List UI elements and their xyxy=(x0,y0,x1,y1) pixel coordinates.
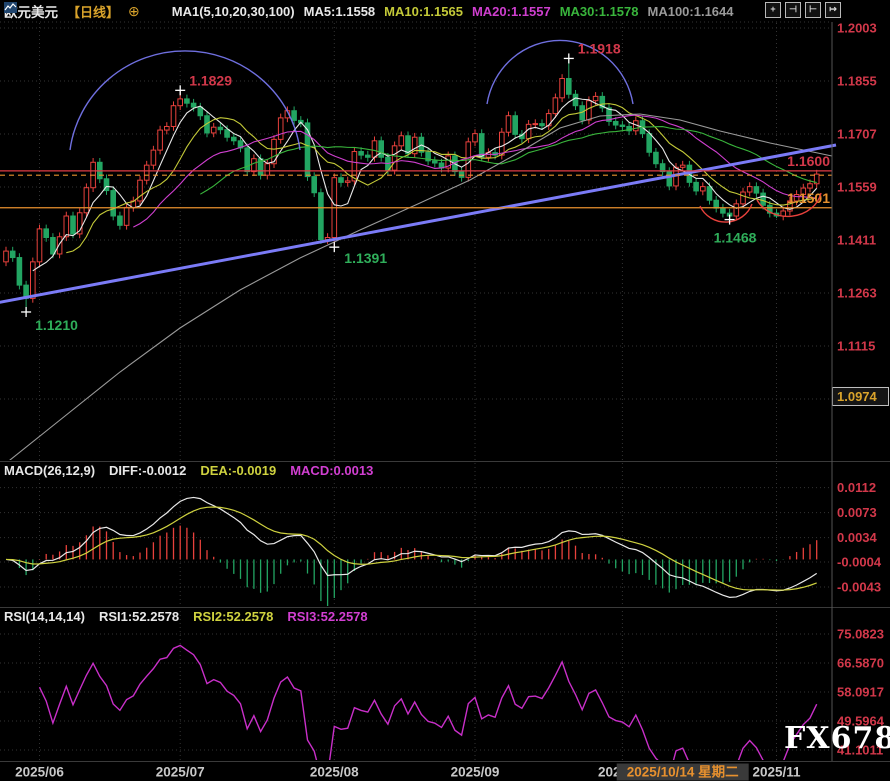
ma5-line xyxy=(33,98,817,271)
date-axis-label: 2025/08 xyxy=(310,765,359,780)
exit-chart-icon[interactable]: ↦ xyxy=(825,2,841,18)
macd-macd-value: MACD:0.0013 xyxy=(290,463,373,478)
price-axis-label: 1.1115 xyxy=(837,338,875,353)
swing-price-label: 1.1391 xyxy=(344,250,387,266)
macd-axis-label: 0.0034 xyxy=(837,530,878,545)
rsi-axis-label: 66.5870 xyxy=(837,656,884,671)
rsi-axis-label: 58.0917 xyxy=(837,685,884,700)
rsi-legend: RSI(14,14,14) RSI1:52.2578 RSI2:52.2578 … xyxy=(4,609,368,624)
price-chart[interactable]: 1.2003 1.1855 1.1707 1.1559 1.1411 1.1263 1.11… xyxy=(0,0,890,781)
ma100-legend: MA100:1.1644 xyxy=(648,4,734,19)
price-axis-label: 1.1707 xyxy=(837,126,877,141)
macd-axis-label: -0.0004 xyxy=(837,555,882,570)
rsi-axis-label: 75.0823 xyxy=(837,627,884,642)
macd-axis-label: 0.0112 xyxy=(837,480,876,495)
date-axis-label: 2025/09 xyxy=(451,765,500,780)
macd-dea-line xyxy=(6,507,817,590)
price-axis-label: 1.1263 xyxy=(837,285,877,300)
swing-price-label: 1.1918 xyxy=(578,40,621,56)
macd-axis-label: 0.0073 xyxy=(837,505,877,520)
rsi3-value: RSI3:52.2578 xyxy=(287,609,367,624)
macd-diff-value: DIFF:-0.0012 xyxy=(109,463,186,478)
macd-legend: MACD(26,12,9) DIFF:-0.0012 DEA:-0.0019 M… xyxy=(4,463,373,478)
chart-style-icon[interactable] xyxy=(149,5,163,18)
price-axis-label: 1.1411 xyxy=(837,232,876,247)
macd-dea-value: DEA:-0.0019 xyxy=(200,463,276,478)
price-axis-label: 1.2003 xyxy=(837,21,877,36)
date-axis-label: 2025/11 xyxy=(752,765,801,780)
ma20-legend: MA20:1.1557 xyxy=(472,4,551,19)
macd-axis-label: -0.0043 xyxy=(837,580,881,595)
ma100-line xyxy=(0,114,832,468)
rsi-title: RSI(14,14,14) xyxy=(4,609,85,624)
price-axis-label: 1.1559 xyxy=(837,179,877,194)
swing-price-label: 1.1829 xyxy=(189,72,232,88)
chart-app: 1.2003 1.1855 1.1707 1.1559 1.1411 1.1263 1.11… xyxy=(0,0,890,781)
rsi1-value: RSI1:52.2578 xyxy=(99,609,179,624)
macd-title: MACD(26,12,9) xyxy=(4,463,95,478)
selected-date-label: 2025/10/14 星期二 xyxy=(627,765,739,780)
swing-price-label: 1.1210 xyxy=(35,317,78,333)
date-axis-label: 2025/06 xyxy=(15,765,64,780)
ma-group-label: MA1(5,10,20,30,100) xyxy=(172,4,295,19)
level-price-label: 1.1600 xyxy=(787,153,830,169)
price-axis-label: 1.1855 xyxy=(837,73,877,88)
scale-right-axis-icon[interactable]: ⊢ xyxy=(805,2,821,18)
rsi2-value: RSI2:52.2578 xyxy=(193,609,273,624)
crosshair-icon[interactable]: + xyxy=(765,2,781,18)
gridlines: 1.2003 1.1855 1.1707 1.1559 1.1411 1.1263 1.11… xyxy=(0,21,885,781)
circle-plus-icon[interactable]: ⊕ xyxy=(128,3,140,20)
candles xyxy=(4,58,819,312)
swing-price-label: 1.1468 xyxy=(714,230,757,246)
period-label[interactable]: 【日线】 xyxy=(67,2,119,21)
rsi-line xyxy=(40,645,817,781)
macd-pane xyxy=(6,497,817,609)
date-axis-label: 2025/07 xyxy=(156,765,205,780)
level-price-label: 1.1501 xyxy=(787,190,830,206)
fx678-watermark: FX678 xyxy=(784,721,890,756)
main-legend: 欧元美元 【日线】 ⊕ MA1(5,10,20,30,100) MA5:1.15… xyxy=(4,1,734,21)
ma10-legend: MA10:1.1565 xyxy=(384,4,463,19)
ma5-legend: MA5:1.1558 xyxy=(304,4,376,19)
macd-diff-line xyxy=(6,497,817,597)
axis-price-box-label: 1.0974 xyxy=(837,389,878,404)
scale-left-axis-icon[interactable]: ⊣ xyxy=(785,2,801,18)
chart-toolbar: + ⊣ ⊢ ↦ xyxy=(765,2,841,18)
ma30-line xyxy=(200,127,816,195)
ma30-legend: MA30:1.1578 xyxy=(560,4,639,19)
